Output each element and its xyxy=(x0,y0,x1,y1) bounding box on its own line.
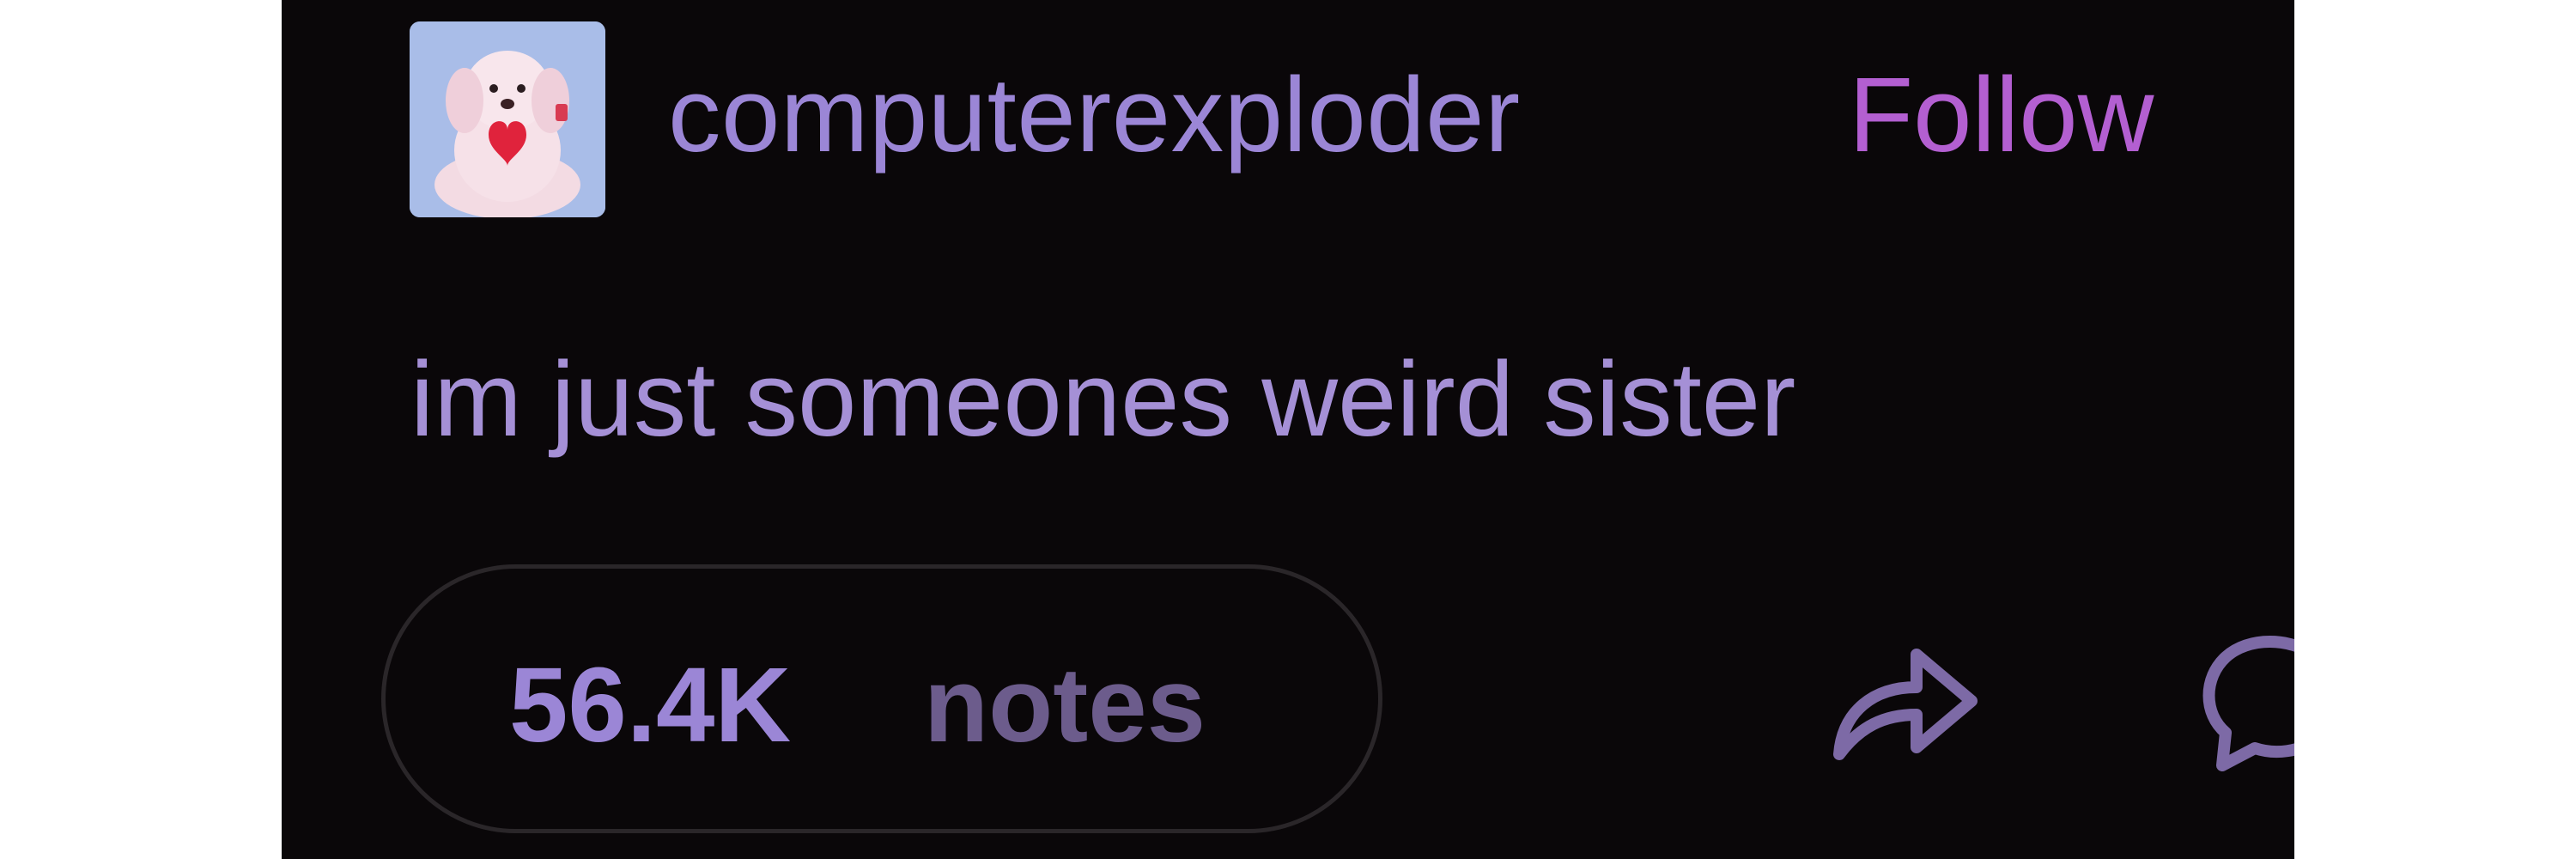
plush-dog-icon xyxy=(410,21,605,217)
avatar[interactable] xyxy=(410,21,605,217)
follow-button[interactable]: Follow xyxy=(1849,63,2154,168)
username-link[interactable]: computerexploder xyxy=(668,63,1521,168)
notes-label: notes xyxy=(924,647,1206,765)
notes-count: 56.4K xyxy=(509,647,792,765)
post-text: im just someones weird sister xyxy=(410,341,1796,459)
reply-icon[interactable] xyxy=(2188,631,2294,777)
post-card: computerexploder Follow im just someones… xyxy=(282,0,2294,859)
share-icon[interactable] xyxy=(1824,625,1987,771)
